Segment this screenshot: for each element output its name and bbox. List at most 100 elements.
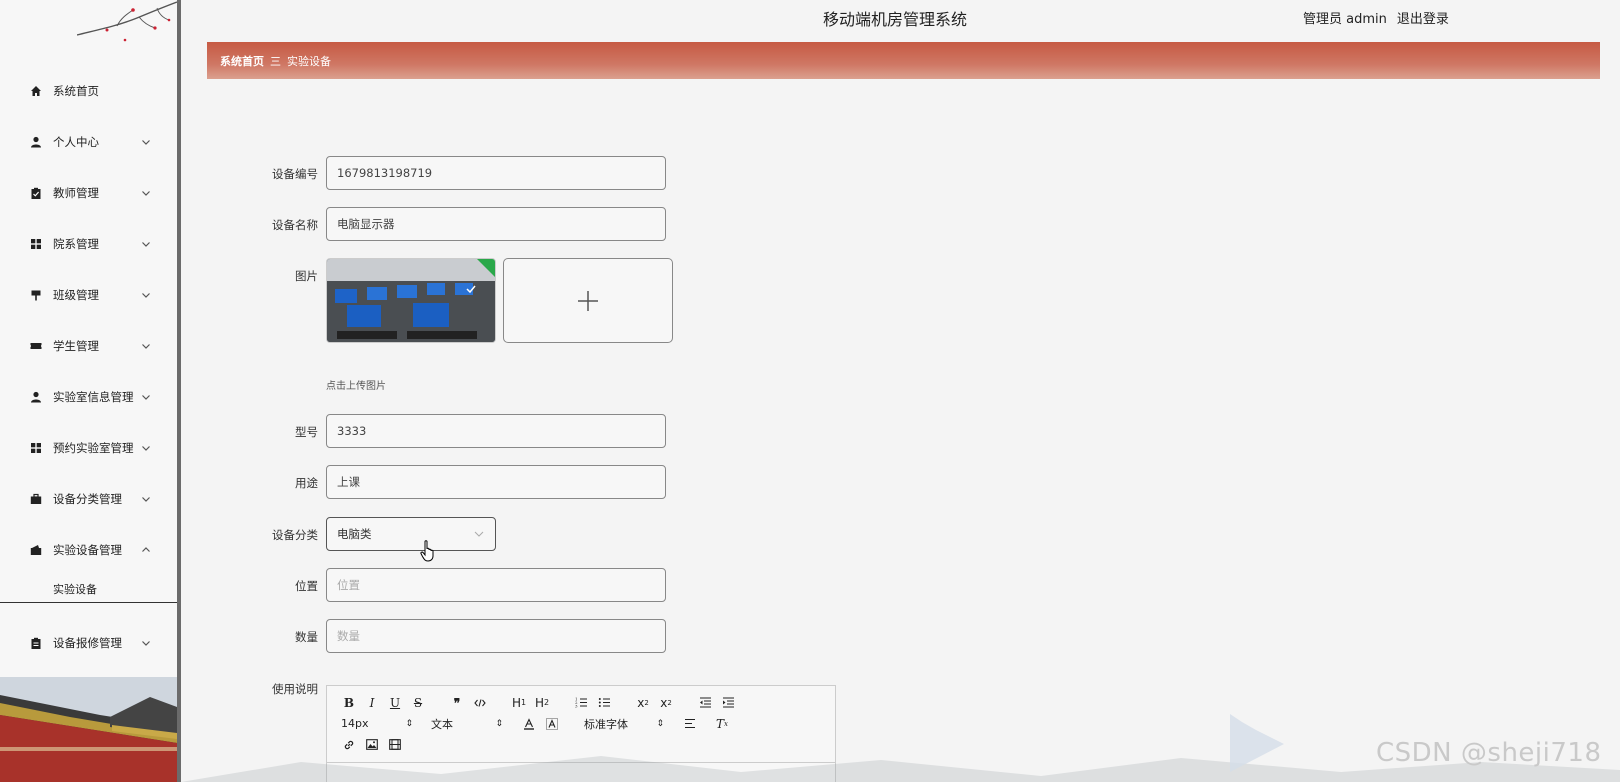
font-size-value: 14px xyxy=(341,717,369,730)
category-selected-value: 电脑类 xyxy=(337,527,372,541)
clear-format-button[interactable]: Tx xyxy=(714,715,730,733)
grid-icon xyxy=(29,441,43,455)
usage-label: 用途 xyxy=(295,476,318,490)
chevron-up-icon xyxy=(142,546,150,552)
wallet-icon xyxy=(29,543,43,557)
sidebar-item-label: 系统首页 xyxy=(53,83,99,98)
font-color-icon xyxy=(524,717,534,730)
device-edit-form: 设备编号 设备名称 图片 点击上传图片 型号 用途 设备分类 xyxy=(255,0,1155,782)
clipboard-icon xyxy=(29,636,43,650)
category-select[interactable]: 电脑类 xyxy=(326,517,496,551)
sidebar-item-teacher-management[interactable]: 教师管理 xyxy=(0,167,177,218)
sidebar-item-label: 预约实验室管理 xyxy=(53,440,134,455)
font-family-picker[interactable]: 标准字体 ⇕ xyxy=(584,716,664,732)
sidebar-item-personal-center[interactable]: 个人中心 xyxy=(0,116,177,167)
user-area: 管理员 admin 退出登录 xyxy=(1303,8,1449,27)
ordered-list-icon: 123 xyxy=(575,697,587,709)
plus-icon xyxy=(578,290,598,311)
chevron-down-icon xyxy=(142,190,150,196)
usage-input[interactable] xyxy=(326,465,666,499)
sidebar-item-label: 设备报修管理 xyxy=(53,635,122,650)
home-icon xyxy=(29,84,43,98)
underline-button[interactable]: U xyxy=(387,694,403,712)
sidebar: 系统首页 个人中心 教师管理 院系管理 班级管理 学生管理 实验室信息管理 预约… xyxy=(0,0,181,782)
logout-link[interactable]: 退出登录 xyxy=(1397,8,1449,27)
model-label: 型号 xyxy=(295,425,318,439)
location-label: 位置 xyxy=(295,579,318,593)
chevron-down-icon xyxy=(142,292,150,298)
outdent-button[interactable] xyxy=(697,694,713,712)
background-color-icon xyxy=(546,717,558,730)
csdn-logo-icon xyxy=(1230,714,1284,772)
sidebar-item-label: 学生管理 xyxy=(53,338,99,353)
superscript-button[interactable]: x2 xyxy=(658,694,674,712)
sidebar-item-device-category-management[interactable]: 设备分类管理 xyxy=(0,473,177,524)
uploaded-image-thumbnail[interactable] xyxy=(326,258,496,343)
watermark-text: CSDN @sheji718 xyxy=(1376,738,1602,768)
code-icon xyxy=(474,698,486,707)
person-icon xyxy=(29,390,43,404)
sidebar-item-label: 个人中心 xyxy=(53,134,99,149)
quantity-label: 数量 xyxy=(295,630,318,644)
chevron-down-icon xyxy=(142,640,150,646)
bullet-list-button[interactable] xyxy=(596,694,612,712)
blockquote-button[interactable]: ❞ xyxy=(449,694,465,712)
upload-tip: 点击上传图片 xyxy=(326,381,386,392)
grid-icon xyxy=(29,237,43,251)
ordered-list-button[interactable]: 123 xyxy=(573,694,589,712)
header2-button[interactable]: H2 xyxy=(534,694,550,712)
bold-button[interactable]: B xyxy=(341,694,357,712)
sidebar-item-lab-device-management[interactable]: 实验设备管理 xyxy=(0,524,177,575)
strike-button[interactable]: S xyxy=(410,694,426,712)
code-block-button[interactable] xyxy=(472,694,488,712)
sidebar-item-student-management[interactable]: 学生管理 xyxy=(0,320,177,371)
sidebar-item-department-management[interactable]: 院系管理 xyxy=(0,218,177,269)
sidebar-item-class-management[interactable]: 班级管理 xyxy=(0,269,177,320)
sidebar-item-device-repair-management[interactable]: 设备报修管理 xyxy=(0,617,177,668)
svg-text:3: 3 xyxy=(575,704,578,709)
submenu-item-label: 实验设备 xyxy=(53,582,97,596)
device-no-input[interactable] xyxy=(326,156,666,190)
font-color-button[interactable] xyxy=(521,715,537,733)
ticket-icon xyxy=(29,339,43,353)
sidebar-item-home[interactable]: 系统首页 xyxy=(0,65,177,116)
sidebar-item-lab-info-management[interactable]: 实验室信息管理 xyxy=(0,371,177,422)
header1-button[interactable]: H1 xyxy=(511,694,527,712)
indent-icon xyxy=(722,697,734,708)
submenu-item-lab-device[interactable]: 实验设备 xyxy=(0,575,177,603)
sidebar-item-label: 教师管理 xyxy=(53,185,99,200)
instructions-label: 使用说明 xyxy=(272,682,318,696)
italic-button[interactable]: I xyxy=(364,694,380,712)
palace-decoration xyxy=(0,677,177,782)
indent-button[interactable] xyxy=(720,694,736,712)
model-input[interactable] xyxy=(326,414,666,448)
image-upload-button[interactable] xyxy=(503,258,673,343)
bullet-list-icon xyxy=(598,698,610,707)
text-style-picker[interactable]: 文本 ⇕ xyxy=(431,716,503,732)
sidebar-item-lab-reservation-management[interactable]: 预约实验室管理 xyxy=(0,422,177,473)
sidebar-item-label: 班级管理 xyxy=(53,287,99,302)
updown-arrow-icon: ⇕ xyxy=(405,718,413,729)
device-name-input[interactable] xyxy=(326,207,666,241)
sidebar-menu: 系统首页 个人中心 教师管理 院系管理 班级管理 学生管理 实验室信息管理 预约… xyxy=(0,65,177,668)
computer-lab-photo xyxy=(327,259,495,342)
sidebar-item-label: 设备分类管理 xyxy=(53,491,122,506)
plum-branch-decoration xyxy=(77,1,177,42)
subscript-button[interactable]: x2 xyxy=(635,694,651,712)
text-style-value: 文本 xyxy=(431,717,453,731)
outdent-icon xyxy=(699,697,711,708)
align-left-icon xyxy=(685,718,695,729)
location-input[interactable] xyxy=(326,568,666,602)
person-icon xyxy=(29,135,43,149)
chevron-down-icon xyxy=(142,394,150,400)
font-size-picker[interactable]: 14px ⇕ xyxy=(341,717,413,730)
align-button[interactable] xyxy=(682,715,698,733)
sign-icon xyxy=(29,288,43,302)
chevron-down-icon xyxy=(142,241,150,247)
updown-arrow-icon: ⇕ xyxy=(656,718,664,729)
quantity-input[interactable] xyxy=(326,619,666,653)
current-user-label: 管理员 admin xyxy=(1303,12,1387,27)
background-color-button[interactable] xyxy=(544,715,560,733)
chevron-down-icon xyxy=(142,343,150,349)
briefcase-icon xyxy=(29,492,43,506)
